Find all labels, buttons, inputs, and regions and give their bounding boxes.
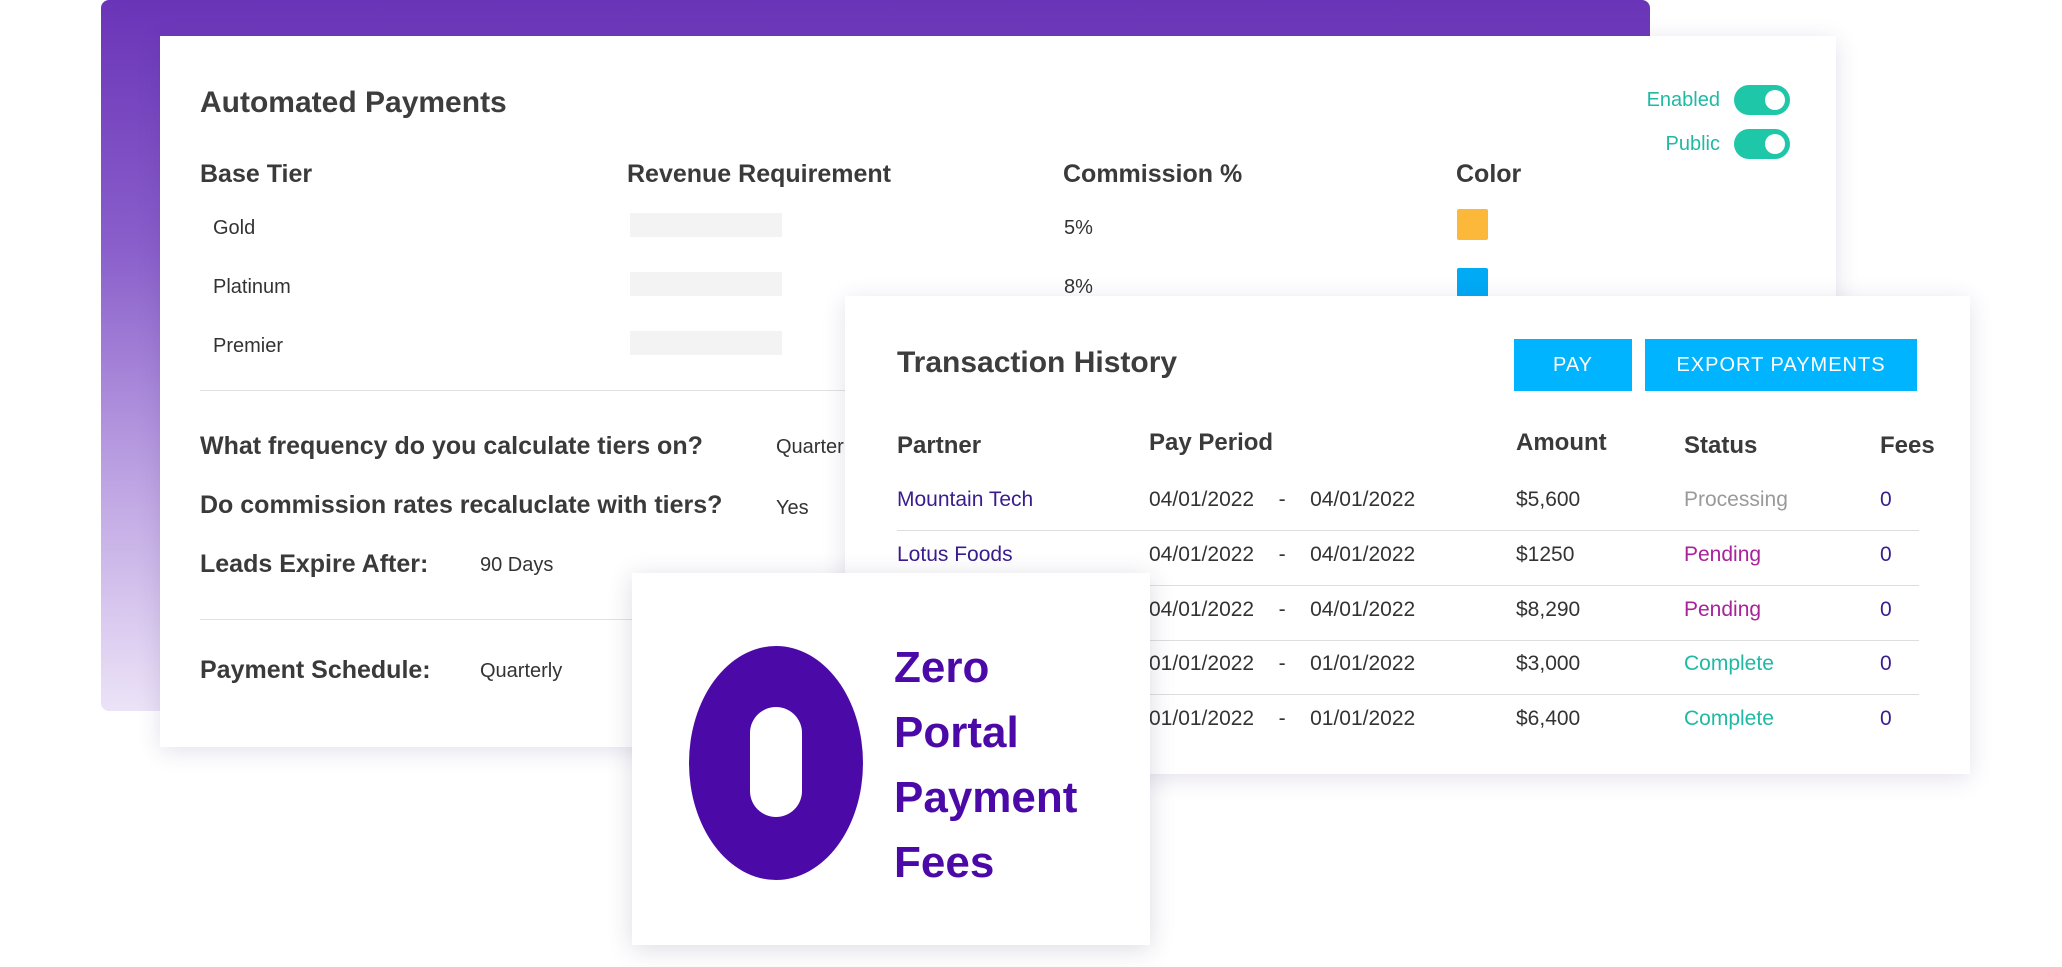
partner-link[interactable]: Mountain Tech — [897, 488, 1033, 512]
pay-period: 04/01/2022-04/01/2022 — [1149, 488, 1415, 512]
enabled-toggle[interactable] — [1734, 85, 1790, 115]
zero-fees-promo-card: Zero Portal Payment Fees — [632, 573, 1150, 945]
period-end: 01/01/2022 — [1310, 707, 1416, 730]
settings-title: Automated Payments — [200, 86, 507, 119]
tier-name-platinum: Platinum — [213, 276, 291, 298]
tier-color-swatch-platinum[interactable] — [1457, 268, 1488, 299]
fees-link[interactable]: 0 — [1880, 707, 1892, 731]
period-start: 01/01/2022 — [1149, 707, 1255, 730]
period-start: 04/01/2022 — [1149, 598, 1255, 621]
public-label: Public — [1665, 132, 1720, 155]
payment-schedule-label: Payment Schedule: — [200, 656, 431, 684]
period-end: 04/01/2022 — [1310, 488, 1416, 511]
period-dash: - — [1278, 543, 1286, 566]
col-revenue-requirement: Revenue Requirement — [627, 160, 891, 188]
amount: $1250 — [1516, 543, 1575, 566]
tier-name-gold: Gold — [213, 217, 256, 239]
tier-color-swatch-gold[interactable] — [1457, 209, 1488, 240]
period-end: 04/01/2022 — [1310, 598, 1416, 621]
enabled-toggle-row: Enabled — [1647, 85, 1790, 115]
revenue-requirement-input[interactable] — [630, 272, 782, 296]
recalculate-value[interactable]: Yes — [776, 497, 809, 520]
revenue-requirement-input[interactable] — [630, 213, 782, 237]
amount: $8,290 — [1516, 598, 1581, 621]
tier-name-premier: Premier — [213, 335, 284, 357]
public-toggle[interactable] — [1734, 129, 1790, 159]
period-dash: - — [1278, 707, 1286, 730]
amount: $3,000 — [1516, 652, 1581, 675]
pay-period: 04/01/2022-04/01/2022 — [1149, 598, 1415, 622]
zero-logo-icon — [689, 646, 863, 880]
promo-line: Payment — [894, 773, 1078, 822]
pay-period: 01/01/2022-01/01/2022 — [1149, 652, 1415, 676]
fees-link[interactable]: 0 — [1880, 652, 1892, 676]
col-partner: Partner — [897, 432, 982, 459]
public-toggle-row: Public — [1666, 129, 1790, 159]
pay-period: 04/01/2022-04/01/2022 — [1149, 543, 1415, 567]
promo-headline: Zero Portal Payment Fees — [894, 635, 1077, 895]
col-status: Status — [1684, 432, 1758, 459]
partner-link[interactable]: Lotus Foods — [897, 543, 1013, 567]
period-end: 04/01/2022 — [1310, 543, 1416, 566]
period-start: 04/01/2022 — [1149, 543, 1255, 566]
pay-period: 01/01/2022-01/01/2022 — [1149, 707, 1415, 731]
col-base-tier: Base Tier — [200, 160, 313, 188]
transaction-history-title: Transaction History — [897, 346, 1178, 379]
period-dash: - — [1278, 598, 1286, 621]
payment-schedule-value[interactable]: Quarterly — [480, 660, 562, 683]
recalculate-question: Do commission rates recaluclate with tie… — [200, 491, 723, 519]
period-start: 04/01/2022 — [1149, 488, 1255, 511]
period-dash: - — [1278, 652, 1286, 675]
period-dash: - — [1278, 488, 1286, 511]
status-badge: Pending — [1684, 598, 1762, 621]
period-end: 01/01/2022 — [1310, 652, 1416, 675]
col-color: Color — [1456, 160, 1522, 188]
revenue-requirement-input[interactable] — [630, 331, 782, 355]
status-badge: Processing — [1684, 488, 1788, 511]
amount: $5,600 — [1516, 488, 1581, 511]
promo-line: Zero — [894, 643, 990, 692]
tier-commission-gold: 5% — [1064, 217, 1093, 239]
fees-link[interactable]: 0 — [1880, 598, 1892, 622]
col-fees: Fees — [1880, 432, 1935, 459]
promo-line: Fees — [894, 838, 995, 887]
status-badge: Complete — [1684, 652, 1774, 675]
fees-link[interactable]: 0 — [1880, 488, 1892, 512]
col-commission: Commission % — [1063, 160, 1243, 188]
amount: $6,400 — [1516, 707, 1581, 730]
col-amount: Amount — [1516, 429, 1607, 456]
col-pay-period: Pay Period — [1149, 429, 1274, 456]
period-start: 01/01/2022 — [1149, 652, 1255, 675]
leads-expire-label: Leads Expire After: — [200, 550, 429, 578]
promo-line: Portal — [894, 708, 1019, 757]
frequency-question: What frequency do you calculate tiers on… — [200, 432, 703, 460]
status-badge: Pending — [1684, 543, 1762, 566]
leads-expire-value[interactable]: 90 Days — [480, 554, 553, 577]
table-row[interactable]: Mountain Tech 04/01/2022-04/01/2022 $5,6… — [897, 476, 1919, 531]
enabled-label: Enabled — [1646, 88, 1720, 111]
export-payments-button[interactable]: EXPORT PAYMENTS — [1645, 339, 1917, 391]
status-badge: Complete — [1684, 707, 1774, 730]
fees-link[interactable]: 0 — [1880, 543, 1892, 567]
pay-button[interactable]: PAY — [1514, 339, 1632, 391]
